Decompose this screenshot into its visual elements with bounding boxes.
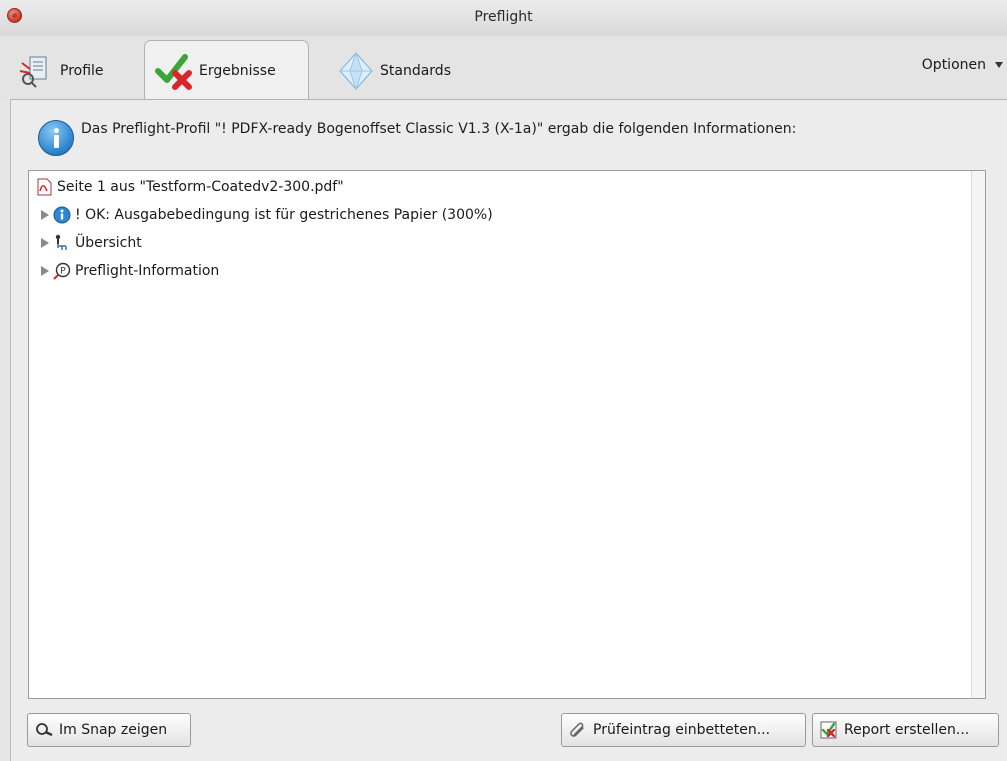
tab-profile-label: Profile xyxy=(60,63,104,79)
tree-item-preflight-label: Preflight-Information xyxy=(75,263,220,279)
expand-triangle-icon[interactable] xyxy=(41,266,49,276)
chevron-down-icon xyxy=(995,62,1003,68)
report-icon xyxy=(819,720,839,740)
tree-root-label: Seite 1 aus "Testform-Coatedv2-300.pdf" xyxy=(57,179,344,195)
svg-text:P: P xyxy=(60,266,66,276)
expand-triangle-icon[interactable] xyxy=(41,238,49,248)
preflight-window: Preflight Profile Ergebnisse Standards O… xyxy=(0,0,1007,761)
show-in-snap-button[interactable]: Im Snap zeigen xyxy=(27,713,191,747)
title-bar: Preflight xyxy=(0,0,1007,37)
paperclip-icon xyxy=(568,720,588,740)
tab-standards[interactable]: Standards xyxy=(328,43,478,99)
tree-item-preflight[interactable]: P Preflight-Information xyxy=(41,259,219,283)
tree-scrollbar[interactable] xyxy=(971,171,985,698)
window-title: Preflight xyxy=(474,9,533,25)
tree-root-row[interactable]: Seite 1 aus "Testform-Coatedv2-300.pdf" xyxy=(35,175,344,199)
tab-profile[interactable]: Profile xyxy=(8,43,138,99)
preflight-info-icon: P xyxy=(53,262,71,280)
show-in-snap-label: Im Snap zeigen xyxy=(59,722,168,738)
create-report-label: Report erstellen... xyxy=(844,722,970,738)
tree-item-ok-label: ! OK: Ausgabebedingung ist für gestriche… xyxy=(75,207,493,223)
options-menu-label: Optionen xyxy=(921,57,986,73)
embed-audit-entry-label: Prüfeintrag einbetteten... xyxy=(593,722,771,738)
tab-strip: Profile Ergebnisse Standards Optionen xyxy=(0,36,1007,100)
results-check-icon xyxy=(155,51,195,91)
overview-hierarchy-icon xyxy=(53,234,71,252)
expand-triangle-icon[interactable] xyxy=(41,210,49,220)
tree-item-overview-label: Übersicht xyxy=(75,235,142,251)
embed-audit-entry-button[interactable]: Prüfeintrag einbetteten... xyxy=(561,713,806,747)
pdf-file-icon xyxy=(35,178,53,196)
create-report-button[interactable]: Report erstellen... xyxy=(812,713,999,747)
tree-item-overview[interactable]: Übersicht xyxy=(41,231,142,255)
info-message: Das Preflight-Profil "! PDFX-ready Bogen… xyxy=(81,121,797,137)
tab-ergebnisse-label: Ergebnisse xyxy=(199,62,276,79)
tab-standards-label: Standards xyxy=(380,63,451,79)
options-menu[interactable]: Optionen xyxy=(922,57,1003,73)
profile-icon xyxy=(16,51,56,91)
info-globe-icon xyxy=(53,206,71,224)
magnifier-icon xyxy=(34,720,54,740)
results-tree[interactable]: Seite 1 aus "Testform-Coatedv2-300.pdf" … xyxy=(28,170,986,699)
standards-diamond-icon xyxy=(336,51,376,91)
tab-ergebnisse[interactable]: Ergebnisse xyxy=(144,40,309,100)
info-icon xyxy=(38,120,74,156)
tree-item-ok[interactable]: ! OK: Ausgabebedingung ist für gestriche… xyxy=(41,203,493,227)
